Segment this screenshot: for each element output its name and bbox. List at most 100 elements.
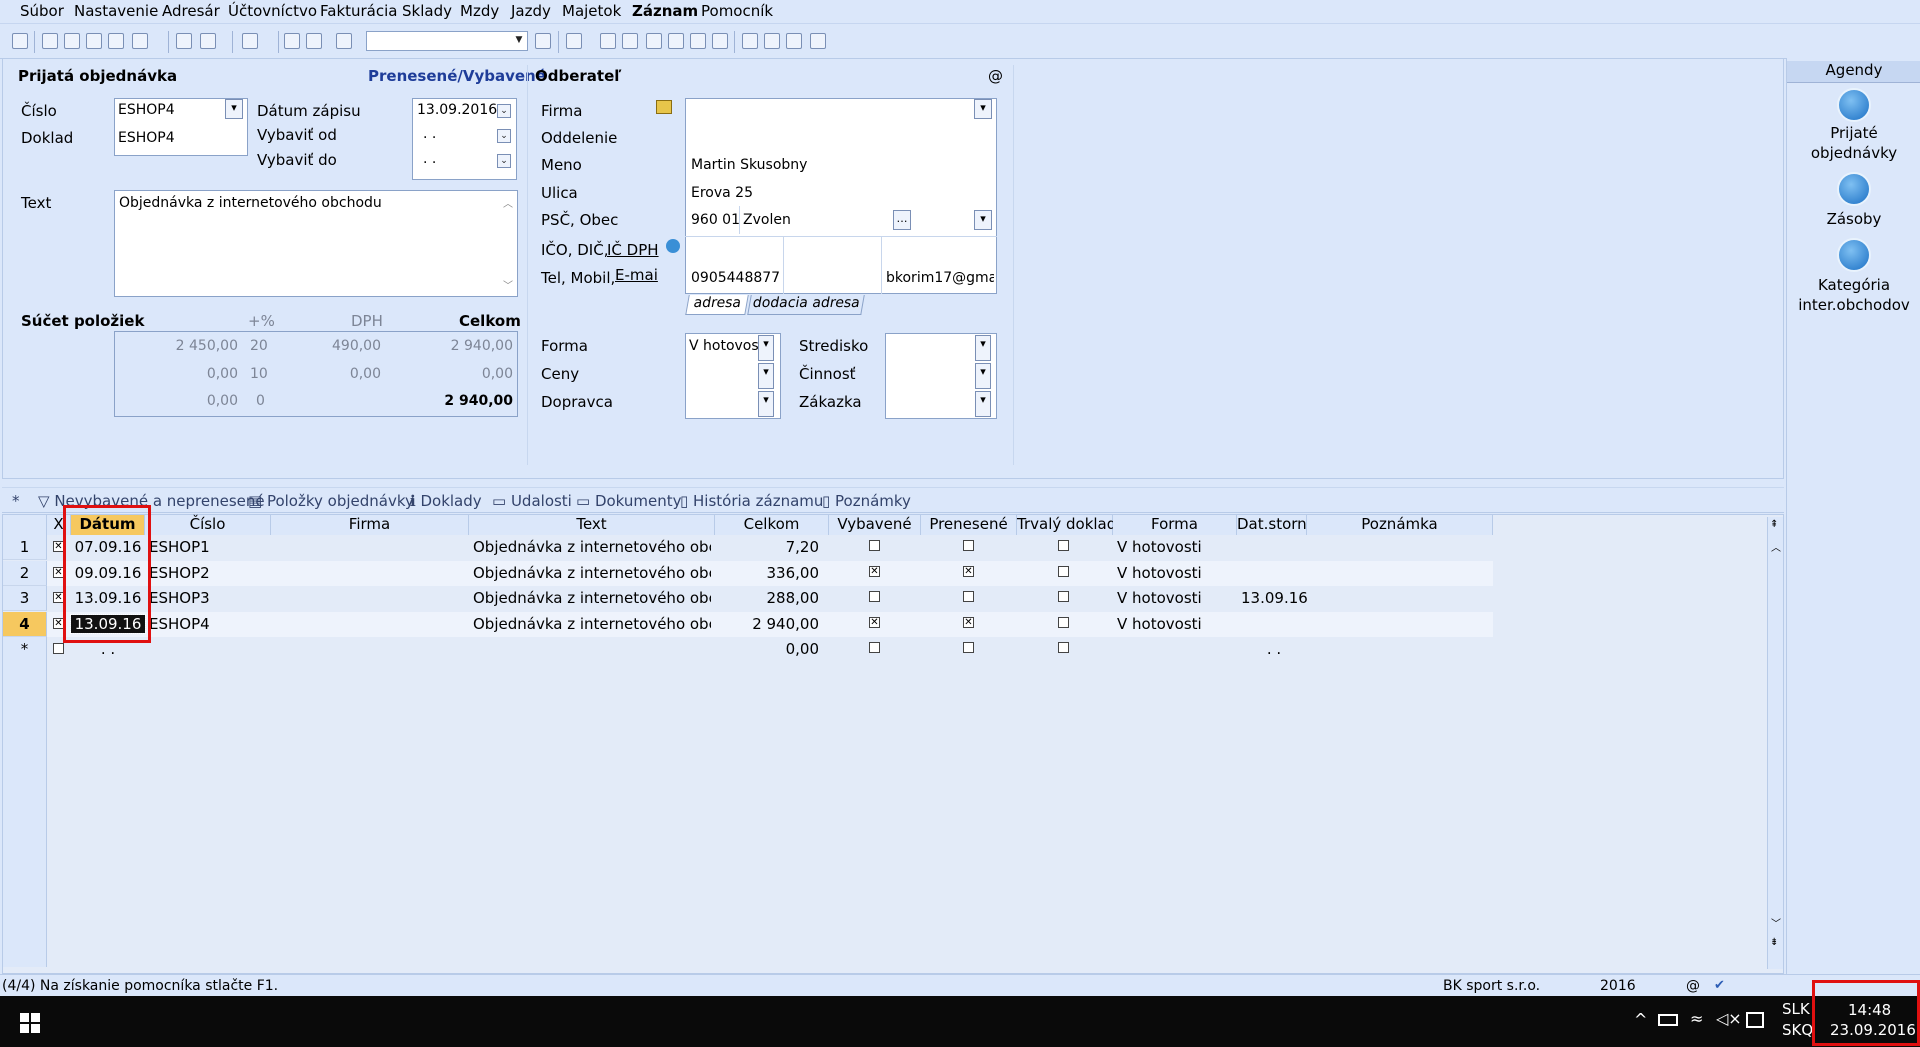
tab-dodacia-adresa[interactable]: dodacia adresa xyxy=(747,295,865,315)
lang-secondary[interactable]: SKQ xyxy=(1782,1021,1813,1039)
row-number[interactable]: * xyxy=(3,637,47,662)
folder-icon[interactable] xyxy=(566,33,582,49)
status-at-icon[interactable]: @ xyxy=(1686,978,1700,994)
header-celkom[interactable]: Celkom xyxy=(715,515,829,535)
dopravca-dropdown-button[interactable]: ▾ xyxy=(758,391,774,417)
checkbox-trvaly-doklad[interactable] xyxy=(1058,540,1069,551)
cinnost-dropdown-button[interactable]: ▾ xyxy=(975,363,991,389)
scroll-up-icon[interactable]: ︿ xyxy=(503,195,513,210)
new-icon[interactable] xyxy=(176,33,192,49)
ie-globe-icon[interactable] xyxy=(666,239,680,253)
checkbox-prenesene[interactable]: ✕ xyxy=(963,565,974,577)
menu-majetok[interactable]: Majetok xyxy=(562,2,621,20)
chevron-down-icon[interactable]: ⌄ xyxy=(497,154,511,168)
checkbox-trvaly-doklad[interactable] xyxy=(1058,642,1069,653)
cell-cislo[interactable]: ESHOP4 xyxy=(149,615,269,633)
ceny-dropdown-button[interactable]: ▾ xyxy=(758,363,774,389)
checkbox-trvaly-doklad[interactable] xyxy=(1058,565,1069,577)
forma-dropdown-button[interactable]: ▾ xyxy=(758,335,774,361)
preview-icon[interactable] xyxy=(86,33,102,49)
zasoby-icon[interactable] xyxy=(1837,172,1871,206)
header-text[interactable]: Text xyxy=(469,515,715,535)
firma-dropdown-button[interactable]: ▾ xyxy=(974,99,992,119)
doklad-field[interactable]: ESHOP4 xyxy=(118,130,175,146)
copy-icon[interactable] xyxy=(336,33,352,49)
cell-text[interactable]: Objednávka z internetového obcho xyxy=(473,615,711,633)
kategoria-icon[interactable] xyxy=(1837,238,1871,272)
cislo-ellipsis-button[interactable]: ▾ xyxy=(225,99,243,119)
checkbox-trvaly-doklad[interactable] xyxy=(1058,591,1069,602)
scroll-top-icon[interactable]: ⇞ xyxy=(1770,519,1778,530)
agenda-item-kategoria[interactable]: Kategória xyxy=(1787,276,1920,295)
notifications-icon[interactable] xyxy=(1746,1012,1764,1028)
row-number[interactable]: 4 xyxy=(3,611,47,637)
email-link[interactable]: E-mai xyxy=(615,266,658,284)
scroll-up-icon[interactable]: ︿ xyxy=(1771,539,1781,554)
vybavit-od-field[interactable]: . . xyxy=(423,126,436,142)
tel-field[interactable]: 0905448877 xyxy=(691,270,780,286)
lang-primary[interactable]: SLK xyxy=(1782,1000,1810,1018)
menu-subor[interactable]: Súbor xyxy=(20,2,64,20)
refresh-icon[interactable] xyxy=(600,33,616,49)
tab-adresa[interactable]: adresa xyxy=(685,295,749,315)
agenda-item-prijate-line2[interactable]: objednávky xyxy=(1787,144,1920,163)
cell-celkom[interactable]: 288,00 xyxy=(715,589,820,607)
back-arrow-icon[interactable] xyxy=(242,33,258,49)
status-link[interactable]: Prenesené/Vybavené xyxy=(368,67,546,85)
email-field[interactable]: bkorim17@gmai xyxy=(886,270,994,286)
tab-doklady[interactable]: ℹ Doklady xyxy=(410,492,482,510)
cell-dat-storna[interactable]: . . xyxy=(1241,640,1307,658)
prijate-objednavky-icon[interactable] xyxy=(1837,88,1871,122)
cislo-field[interactable]: ESHOP4 xyxy=(118,102,175,118)
checkbox-vybavene[interactable] xyxy=(869,540,880,551)
checkbox-vybavene[interactable] xyxy=(869,642,880,653)
menu-nastavenie[interactable]: Nastavenie xyxy=(74,2,158,20)
ulica-field[interactable]: Erova 25 xyxy=(691,185,753,201)
row-select-checkbox[interactable] xyxy=(53,643,64,654)
address-book-icon[interactable] xyxy=(656,100,672,114)
cell-celkom[interactable]: 2 940,00 xyxy=(715,615,819,633)
check-icon[interactable]: ✔ xyxy=(1714,979,1728,993)
checkbox-prenesene[interactable] xyxy=(963,540,974,551)
obec-field[interactable]: Zvolen xyxy=(743,212,791,228)
tab-poznamky[interactable]: ▯ Poznámky xyxy=(822,492,911,510)
header-trvaly[interactable]: Trvalý doklad xyxy=(1017,515,1116,535)
tab-dokumenty[interactable]: ▭ Dokumenty xyxy=(576,492,682,510)
cell-cislo[interactable]: ESHOP3 xyxy=(149,589,269,607)
battery-icon[interactable] xyxy=(1658,1014,1678,1026)
cell-cislo[interactable]: ESHOP1 xyxy=(149,538,269,556)
obec-ellipsis-button[interactable]: … xyxy=(893,210,911,230)
tab-udalosti[interactable]: ▭ Udalosti xyxy=(492,492,572,510)
tab-historia[interactable]: ▯ História záznamu xyxy=(680,492,823,510)
save-icon[interactable] xyxy=(284,33,300,49)
ic-dph-link[interactable]: IČ DPH xyxy=(607,241,659,259)
globe-icon[interactable] xyxy=(622,33,638,49)
checkbox-vybavene[interactable]: ✕ xyxy=(869,616,880,628)
checkbox-vybavene[interactable]: ✕ xyxy=(869,565,880,577)
coins-icon[interactable] xyxy=(690,33,706,49)
row-number[interactable]: 1 xyxy=(3,535,47,560)
menu-pomocnik[interactable]: Pomocník xyxy=(701,2,773,20)
header-prenesene[interactable]: Prenesené xyxy=(921,515,1017,535)
cell-cislo[interactable]: ESHOP2 xyxy=(149,564,269,582)
agenda-item-prijate[interactable]: Prijaté xyxy=(1787,124,1920,143)
chevron-down-icon[interactable]: ▼ xyxy=(512,34,526,48)
cell-celkom[interactable]: 7,20 xyxy=(715,538,819,556)
header-poznamka[interactable]: Poznámka xyxy=(1307,515,1493,535)
meno-field[interactable]: Martin Skusobny xyxy=(691,157,807,173)
datum-zapisu-field[interactable]: 13.09.2016 xyxy=(417,102,497,118)
tab-star[interactable]: * xyxy=(12,492,20,510)
menu-jazdy[interactable]: Jazdy xyxy=(511,2,551,20)
cell-text[interactable]: Objednávka z internetového obcho xyxy=(473,564,711,582)
agenda-item-kategoria-line2[interactable]: inter.obchodov xyxy=(1787,296,1920,315)
row-number[interactable]: 2 xyxy=(3,560,47,586)
checkbox-prenesene[interactable] xyxy=(963,591,974,602)
stredisko-dropdown-button[interactable]: ▾ xyxy=(975,335,991,361)
cell-text[interactable]: Objednávka z internetového obcho xyxy=(473,538,711,556)
checkbox-trvaly-doklad[interactable] xyxy=(1058,616,1069,628)
psc-field[interactable]: 960 01 xyxy=(691,212,740,228)
agenda-item-zasoby[interactable]: Zásoby xyxy=(1787,210,1920,229)
chevron-up-icon[interactable]: ^ xyxy=(1634,1010,1647,1029)
checkbox-prenesene[interactable] xyxy=(963,642,974,653)
cell-text[interactable]: Objednávka z internetového obcho xyxy=(473,589,711,607)
